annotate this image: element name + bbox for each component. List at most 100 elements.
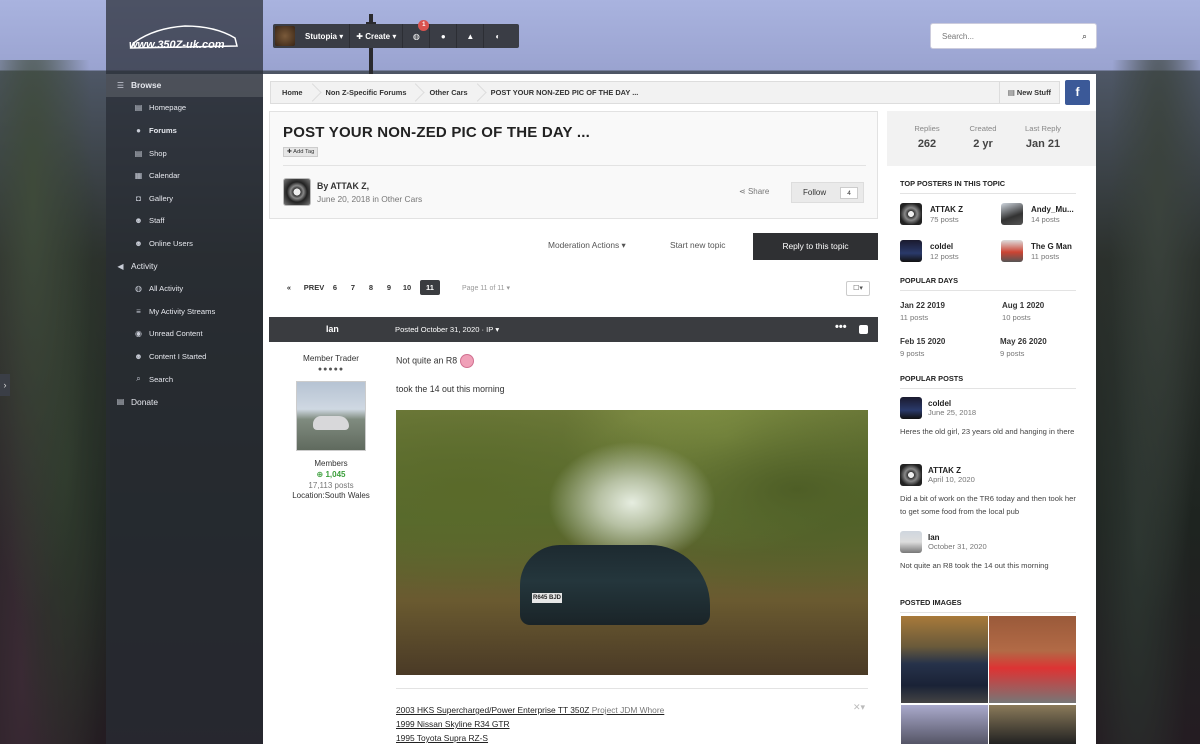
- post-options-button[interactable]: •••: [835, 321, 847, 333]
- search-input[interactable]: Search... ⌕: [930, 23, 1097, 49]
- sidebar-item-search[interactable]: ⌕ Search: [106, 368, 263, 391]
- search-icon[interactable]: ⌕: [1082, 31, 1087, 42]
- sidebar-item-homepage[interactable]: ▤ Homepage: [106, 97, 263, 120]
- sidebar-item-content-started[interactable]: ☻ Content I Started: [106, 345, 263, 368]
- poster-name: coldel: [930, 241, 954, 251]
- divider: [283, 165, 866, 166]
- page-icon: ▤: [134, 148, 143, 158]
- sidebar-item-activity-streams[interactable]: ≡ My Activity Streams: [106, 300, 263, 323]
- multiselect-button[interactable]: ☐▾: [846, 281, 870, 296]
- sidebar-item-browse[interactable]: ☰ Browse: [106, 74, 263, 97]
- top-poster[interactable]: ATTAK Z 75 posts: [900, 203, 963, 225]
- top-poster[interactable]: The G Man 11 posts: [1001, 240, 1072, 262]
- warning-icon: ▲: [466, 31, 475, 41]
- sidebar-item-label: Content I Started: [149, 351, 207, 361]
- popular-day[interactable]: Feb 15 2020 9 posts: [900, 337, 945, 358]
- popular-day[interactable]: Aug 1 2020 10 posts: [1002, 301, 1044, 322]
- page-jump[interactable]: Page 11 of 11 ▾: [462, 284, 510, 292]
- post-author[interactable]: Ian: [326, 324, 339, 334]
- popular-post[interactable]: ATTAK Z April 10, 2020 Did a bit of work …: [900, 464, 1076, 518]
- signature-hide-button[interactable]: ✕▾: [853, 702, 865, 713]
- notifications-button[interactable]: ◍ 1: [403, 20, 431, 48]
- sidebar-item-staff[interactable]: ☻ Staff: [106, 210, 263, 233]
- post-count[interactable]: 17,113 posts: [270, 481, 392, 490]
- post-author: coldel: [928, 399, 952, 408]
- background-trees-right: [1096, 60, 1200, 744]
- sidebar-item-all-activity[interactable]: ◍ All Activity: [106, 277, 263, 300]
- top-poster[interactable]: coldel 12 posts: [900, 240, 959, 262]
- moderation-label: Moderation Actions: [548, 240, 620, 250]
- reply-button[interactable]: Reply to this topic: [753, 233, 878, 260]
- topic-author[interactable]: By ATTAK Z,: [317, 181, 369, 191]
- stat-value[interactable]: Jan 21: [1013, 138, 1073, 150]
- add-tag-button[interactable]: ✚ Add Tag: [283, 147, 319, 157]
- posted-image-thumbnail[interactable]: [989, 616, 1076, 703]
- poster-name: ATTAK Z: [930, 204, 964, 214]
- sidebar-item-label: Browse: [131, 80, 162, 91]
- poster-posts: 14 posts: [1031, 214, 1060, 224]
- page-button[interactable]: 10: [398, 280, 416, 295]
- post-select-checkbox[interactable]: [859, 325, 868, 334]
- avatar[interactable]: [275, 26, 295, 46]
- messages-button[interactable]: ●: [430, 24, 458, 48]
- sidebar-toggle[interactable]: ›: [0, 374, 10, 396]
- avatar: [900, 397, 922, 419]
- signature-line[interactable]: 2003 HKS Supercharged/Power Enterprise T…: [396, 703, 868, 717]
- avatar: [900, 464, 922, 486]
- start-new-topic-button[interactable]: Start new topic: [670, 240, 725, 250]
- signature-link[interactable]: 1995 Toyota Supra RZ-S: [396, 731, 868, 744]
- users-icon: ☻: [134, 238, 143, 248]
- share-button[interactable]: ⋖ Share: [739, 187, 769, 196]
- author-photo[interactable]: [296, 381, 366, 451]
- emoji-icon: [460, 354, 475, 368]
- breadcrumb-other-cars[interactable]: Other Cars: [418, 81, 479, 104]
- sidebar-item-donate[interactable]: ▤ Donate: [106, 390, 263, 413]
- first-page-button[interactable]: «: [280, 280, 298, 295]
- breadcrumb-home[interactable]: Home: [271, 81, 315, 104]
- facebook-button[interactable]: f: [1065, 80, 1090, 105]
- popular-day[interactable]: Jan 22 2019 11 posts: [900, 301, 945, 322]
- stat-value: 262: [917, 138, 937, 150]
- post-date: Posted October 31, 2020 · IP ▾: [395, 325, 500, 334]
- signature-text: Project JDM Whore: [591, 705, 665, 715]
- avatar: [900, 531, 922, 553]
- new-stuff-button[interactable]: ▤ New Stuff: [998, 82, 1059, 103]
- popular-day[interactable]: May 26 2020 9 posts: [1000, 337, 1047, 358]
- prev-page-button[interactable]: PREV: [302, 280, 326, 295]
- theme-toggle[interactable]: ◐: [484, 24, 511, 48]
- page-button[interactable]: 7: [344, 280, 362, 295]
- create-button[interactable]: ✚ Create ▾: [350, 24, 404, 48]
- sidebar-item-forums[interactable]: ● Forums: [106, 119, 263, 142]
- signature-link[interactable]: 2003 HKS Supercharged/Power Enterprise T…: [396, 705, 589, 715]
- sidebar-item-shop[interactable]: ▤ Shop: [106, 142, 263, 165]
- post-image[interactable]: [396, 410, 868, 675]
- posted-image-thumbnail[interactable]: [901, 705, 988, 744]
- top-poster[interactable]: Andy_Mu... 14 posts: [1001, 203, 1074, 225]
- posted-image-thumbnail[interactable]: [989, 705, 1076, 744]
- reports-button[interactable]: ▲: [457, 24, 485, 48]
- breadcrumb-non-z[interactable]: Non Z-Specific Forums: [315, 81, 419, 104]
- moderation-actions[interactable]: Moderation Actions ▾: [548, 240, 626, 250]
- list-icon: ▤: [1007, 88, 1015, 97]
- page-button[interactable]: 9: [380, 280, 398, 295]
- signature-link[interactable]: 1999 Nissan Skyline R34 GTR: [396, 717, 868, 731]
- eye-icon: ◉: [135, 329, 142, 339]
- member-title: Member Trader: [303, 354, 359, 363]
- sidebar-item-gallery[interactable]: ◘ Gallery: [106, 187, 263, 210]
- sidebar-item-activity[interactable]: ◀ Activity: [106, 255, 263, 278]
- page-button[interactable]: 8: [362, 280, 380, 295]
- author-avatar[interactable]: [283, 178, 311, 206]
- topic-forum-link[interactable]: Other Cars: [381, 194, 422, 204]
- sidebar-item-unread[interactable]: ◉ Unread Content: [106, 323, 263, 346]
- user-menu-button[interactable]: Stutopia ▾: [299, 24, 351, 48]
- sidebar-item-calendar[interactable]: ▦ Calendar: [106, 164, 263, 187]
- popular-post[interactable]: coldel June 25, 2018 Heres the old girl, …: [900, 397, 1076, 438]
- posted-image-thumbnail[interactable]: [901, 616, 988, 703]
- car-image-detail: R645 BJD: [520, 545, 710, 625]
- sidebar-item-online-users[interactable]: ☻ Online Users: [106, 232, 263, 255]
- page-button[interactable]: 6: [326, 280, 344, 295]
- site-logo[interactable]: www.350Z-uk.com: [125, 22, 245, 56]
- follow-button[interactable]: Follow 4: [791, 182, 864, 203]
- popular-post[interactable]: Ian October 31, 2020 Not quite an R8 took…: [900, 531, 1076, 572]
- member-group: Members: [314, 459, 348, 468]
